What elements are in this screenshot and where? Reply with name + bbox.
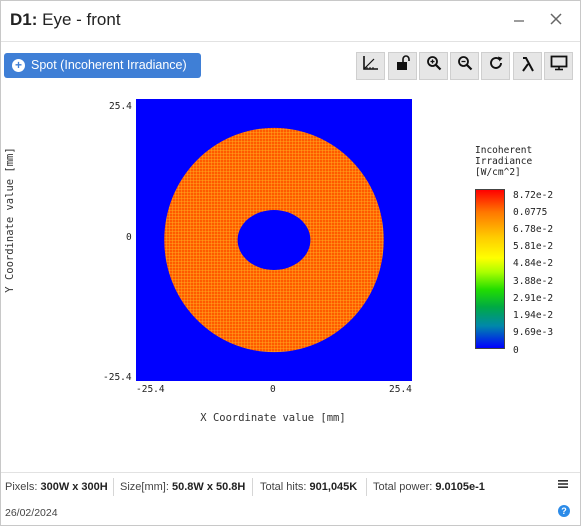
lock-button[interactable] [388,52,417,80]
status-divider [366,478,367,496]
power-value: 9.0105e-1 [435,481,485,493]
title-bar: D1: Eye - front [1,1,580,42]
status-divider [113,478,114,496]
wavelength-button[interactable] [513,52,542,80]
y-tick-middle: 0 [126,232,132,243]
x-tick-left: -25.4 [136,384,165,395]
colorbar-title: Incoherent Irradiance [W/cm^2] [475,145,532,178]
window-title-name: Eye - front [37,10,121,29]
colorbar-tick: 4.84e-2 [513,258,554,269]
spot-analysis-label: Spot (Incoherent Irradiance) [31,58,187,72]
size-label: Size[mm]: [120,481,169,493]
size-value: 50.8W x 50.8H [171,481,246,493]
help-icon: ? [561,506,567,516]
zoom-in-icon [426,56,442,75]
hamburger-menu-icon [557,478,569,493]
hits-value: 901,045K [309,481,358,493]
analysis-window: D1: Eye - front + Spot (Incoherent Irrad… [0,0,581,526]
colorbar-title-line-3: [W/cm^2] [475,167,521,178]
zoom-in-button[interactable] [419,52,448,80]
colorbar-tick: 0 [513,345,519,356]
colorbar [475,189,505,349]
refresh-icon [488,56,504,75]
pixels-status: Pixels: 300W x 300H [5,481,108,493]
zoom-out-button[interactable] [450,52,479,80]
help-button[interactable]: ? [558,505,570,517]
zoom-out-icon [457,56,473,75]
pixels-value: 300W x 300H [40,481,108,493]
window-title-id: D1: [10,10,38,29]
colorbar-tick: 3.88e-2 [513,276,554,287]
plus-circle-icon: + [12,59,25,72]
power-status: Total power: 9.0105e-1 [373,481,485,493]
colorbar-title-line-2: Irradiance [475,156,533,167]
close-button[interactable] [543,7,569,33]
spot-analysis-button[interactable]: + Spot (Incoherent Irradiance) [4,53,201,78]
x-tick-right: 25.4 [389,384,412,395]
colorbar-tick: 6.78e-2 [513,224,554,235]
colorbar-tick: 9.69e-3 [513,327,554,338]
status-bar: Pixels: 300W x 300H Size[mm]: 50.8W x 50… [1,472,580,502]
colorbar-tick: 8.72e-2 [513,190,554,201]
minimize-icon [513,10,525,30]
colorbar-title-line-1: Incoherent [475,145,533,156]
colorbar-tick: 0.0775 [513,207,548,218]
irradiance-plot[interactable] [136,99,412,381]
refresh-button[interactable] [481,52,510,80]
power-label: Total power: [373,481,433,493]
size-status: Size[mm]: 50.8W x 50.8H [120,481,245,493]
y-tick-bottom: -25.4 [103,372,132,383]
pixels-label: Pixels: [5,481,38,493]
colorbar-tick: 2.91e-2 [513,293,554,304]
status-divider [252,478,253,496]
y-tick-top: 25.4 [109,101,132,112]
hits-label: Total hits: [260,481,307,493]
window-title: D1: Eye - front [10,10,121,30]
colorbar-tick: 5.81e-2 [513,241,554,252]
display-button[interactable] [544,52,573,80]
x-tick-middle: 0 [270,384,276,395]
close-icon [549,10,563,30]
x-axis-label: X Coordinate value [mm] [200,412,346,424]
y-axis-label: Y Coordinate value [mm] [4,147,16,293]
hits-status: Total hits: 901,045K [260,481,357,493]
measure-icon [362,56,380,75]
minimize-button[interactable] [506,7,532,33]
measure-button[interactable] [356,52,385,80]
irradiance-heatmap [136,99,412,381]
status-menu-button[interactable] [557,478,569,493]
colorbar-tick: 1.94e-2 [513,310,554,321]
unlock-icon [395,55,411,75]
date-stamp: 26/02/2024 [5,507,58,519]
lambda-icon [520,57,536,76]
monitor-icon [550,55,568,75]
